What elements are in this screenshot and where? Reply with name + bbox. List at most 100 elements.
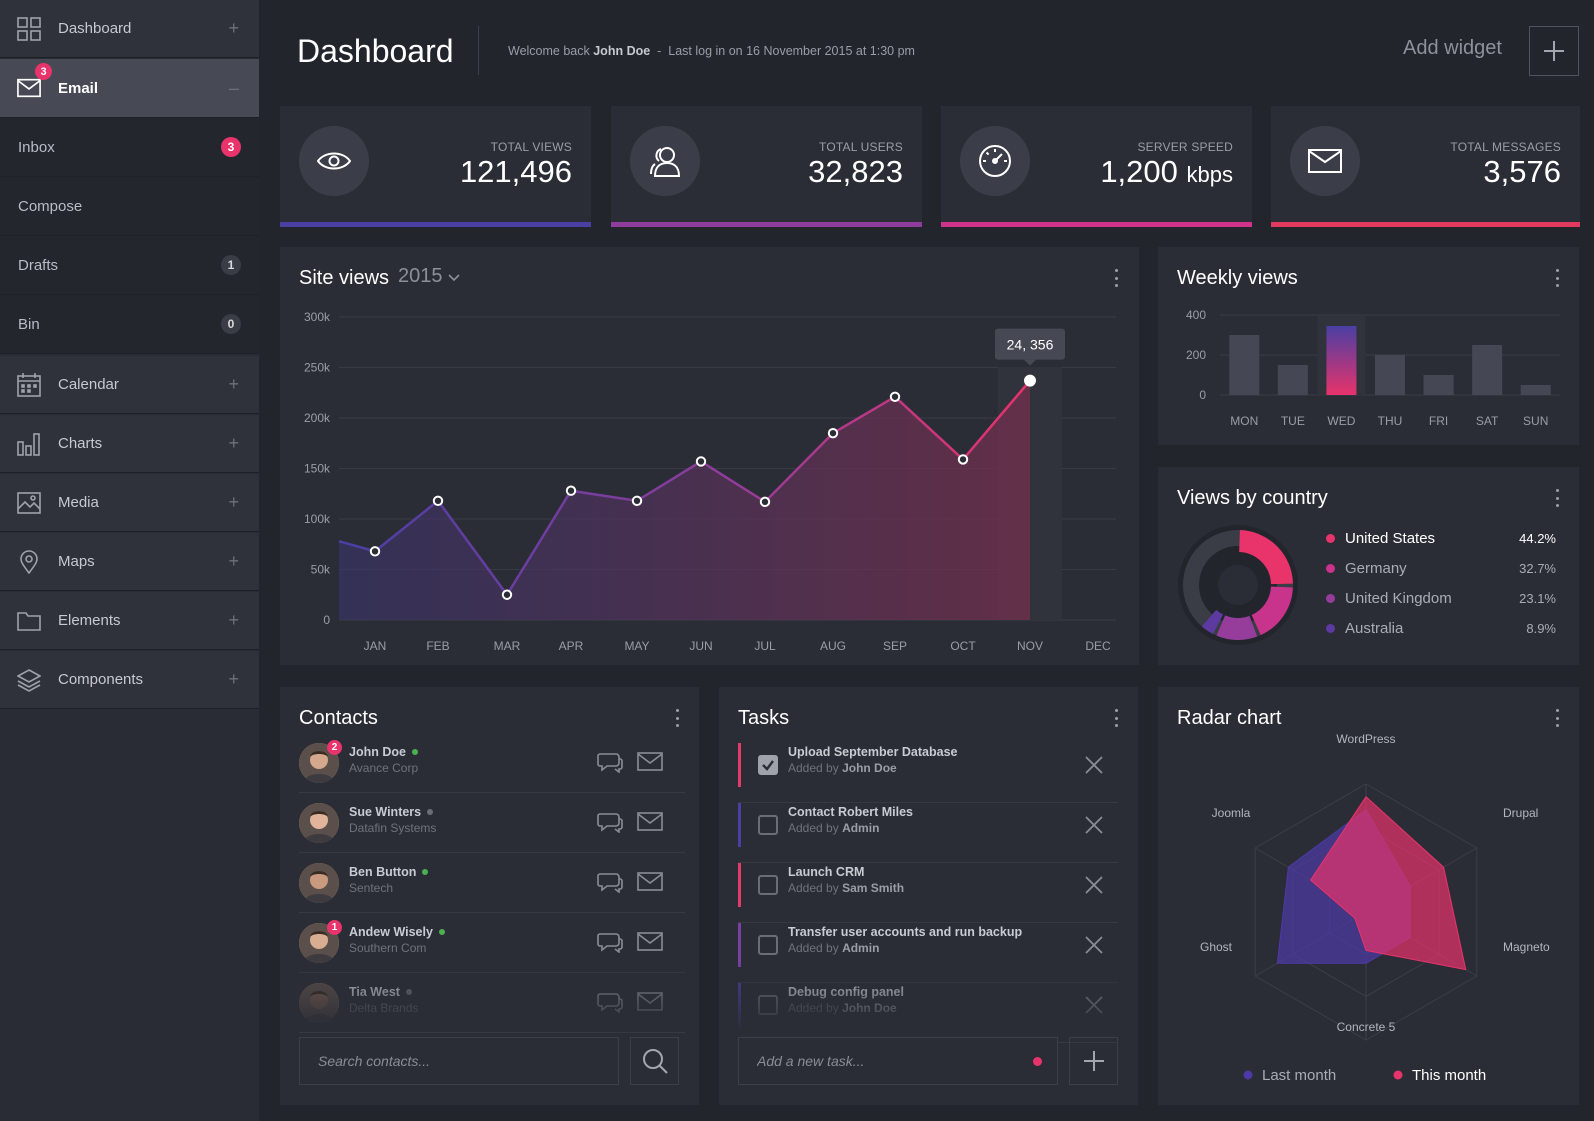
sidebar-item-media[interactable]: Media + (0, 474, 259, 532)
close-icon[interactable] (1084, 935, 1104, 955)
stat-value: 121,496 (460, 154, 572, 190)
task-checkbox[interactable] (758, 875, 778, 895)
data-point (827, 427, 839, 439)
expand-icon[interactable]: + (228, 610, 239, 631)
stat-label: TOTAL MESSAGES (1450, 140, 1561, 154)
envelope-icon[interactable] (637, 871, 663, 893)
add-task-input[interactable] (738, 1037, 1058, 1085)
x-tick-label: THU (1378, 414, 1403, 428)
more-menu-icon[interactable] (1555, 489, 1559, 507)
add-widget-button[interactable] (1529, 26, 1579, 76)
sidebar-item-dashboard[interactable]: Dashboard + (0, 0, 259, 58)
sidebar-subitem-compose[interactable]: Compose (0, 177, 259, 236)
radar-axis-label: Ghost (1200, 940, 1233, 954)
y-tick-label: 300k (304, 310, 331, 324)
task-checkbox[interactable] (758, 935, 778, 955)
expand-icon[interactable]: + (228, 18, 239, 39)
expand-icon[interactable]: + (228, 374, 239, 395)
sidebar-subitem-label: Drafts (18, 256, 59, 274)
plus-icon (1544, 41, 1564, 61)
more-menu-icon[interactable] (675, 709, 679, 727)
contact-row[interactable]: John Doe Avance Corp 2 (299, 733, 685, 793)
envelope-icon (17, 76, 41, 100)
chat-icon[interactable] (597, 811, 623, 833)
country-legend-item: United Kingdom 23.1% (1326, 589, 1556, 609)
contact-company: Datafin Systems (349, 821, 437, 835)
charts-icon (17, 432, 41, 456)
add-task-button[interactable] (1069, 1037, 1118, 1085)
sidebar-subitem-bin[interactable]: Bin 0 (0, 295, 259, 354)
bar (1326, 326, 1357, 395)
x-tick-label: APR (559, 639, 584, 653)
sidebar: Dashboard + 3 Email – Inbox 3 Compose Dr… (0, 0, 259, 1121)
sidebar-item-maps[interactable]: Maps + (0, 533, 259, 591)
task-meta: Added by Admin (788, 821, 879, 835)
added-by-label: Added by (788, 881, 839, 895)
radar-axis-label: Drupal (1503, 806, 1538, 820)
expand-icon[interactable]: + (228, 669, 239, 690)
chat-icon[interactable] (597, 931, 623, 953)
sidebar-item-label: Dashboard (58, 20, 132, 37)
close-icon[interactable] (1084, 875, 1104, 895)
task-checkbox[interactable] (758, 755, 778, 775)
legend-label: This month (1412, 1067, 1486, 1084)
stat-number: 3,576 (1483, 154, 1561, 189)
stat-value: 1,200 kbps (1100, 154, 1233, 190)
more-menu-icon[interactable] (1114, 709, 1118, 727)
stat-card-views: TOTAL VIEWS 121,496 (280, 106, 591, 227)
chat-icon[interactable] (597, 871, 623, 893)
priority-dot[interactable] (1033, 1057, 1042, 1066)
sidebar-item-elements[interactable]: Elements + (0, 592, 259, 650)
task-priority-stripe (738, 803, 741, 847)
x-tick-label: SEP (883, 639, 907, 653)
list-fade (280, 960, 699, 1030)
y-tick-label: 200 (1186, 348, 1206, 362)
dashboard-icon (17, 16, 41, 41)
legend-dot (1326, 564, 1335, 573)
sidebar-item-calendar[interactable]: Calendar + (0, 356, 259, 414)
data-point (432, 495, 444, 507)
sidebar-item-label: Email (58, 79, 99, 97)
expand-icon[interactable]: + (228, 492, 239, 513)
close-icon[interactable] (1084, 815, 1104, 835)
envelope-icon[interactable] (637, 931, 663, 953)
chat-icon[interactable] (597, 751, 623, 773)
stat-label: TOTAL VIEWS (490, 140, 572, 154)
sidebar-subitem-inbox[interactable]: Inbox 3 (0, 118, 259, 177)
task-checkbox[interactable] (758, 815, 778, 835)
donut-hole (1218, 565, 1258, 605)
country-donut-chart (1178, 525, 1298, 645)
plus-icon (1083, 1051, 1104, 1071)
contact-row[interactable]: Sue Winters Datafin Systems (299, 793, 685, 853)
x-tick-label: JUN (689, 639, 712, 653)
sidebar-item-label: Calendar (58, 376, 119, 393)
expand-icon[interactable]: + (228, 433, 239, 454)
country-legend-item: Germany 32.7% (1326, 559, 1556, 579)
task-title: Transfer user accounts and run backup (788, 925, 1023, 939)
close-icon[interactable] (1084, 755, 1104, 775)
search-button[interactable] (630, 1037, 679, 1085)
envelope-icon[interactable] (637, 751, 663, 773)
user-name: John Doe (593, 44, 651, 58)
count-badge: 0 (221, 314, 241, 334)
radar-axis-label: Magneto (1503, 940, 1550, 954)
contact-row[interactable]: Ben Button Sentech (299, 853, 685, 913)
legend-label: Last month (1262, 1067, 1336, 1084)
sidebar-item-email[interactable]: 3 Email – (0, 59, 259, 118)
legend-dot (1243, 1070, 1253, 1080)
task-author: Admin (842, 941, 880, 955)
sidebar-subitem-label: Compose (18, 197, 83, 215)
search-contacts-input[interactable] (299, 1037, 619, 1085)
collapse-icon[interactable]: – (229, 78, 239, 99)
sidebar-item-components[interactable]: Components + (0, 651, 259, 709)
expand-icon[interactable]: + (228, 551, 239, 572)
search-icon (642, 1049, 668, 1074)
envelope-icon[interactable] (637, 811, 663, 833)
add-widget-label[interactable]: Add widget (1403, 37, 1502, 60)
stat-unit: kbps (1186, 162, 1233, 187)
sidebar-subitem-drafts[interactable]: Drafts 1 (0, 236, 259, 295)
welcome-message: Welcome back John Doe - Last log in on 1… (508, 44, 915, 58)
legend-name: Australia (1345, 620, 1404, 637)
status-dot (427, 809, 434, 815)
sidebar-item-charts[interactable]: Charts + (0, 415, 259, 473)
